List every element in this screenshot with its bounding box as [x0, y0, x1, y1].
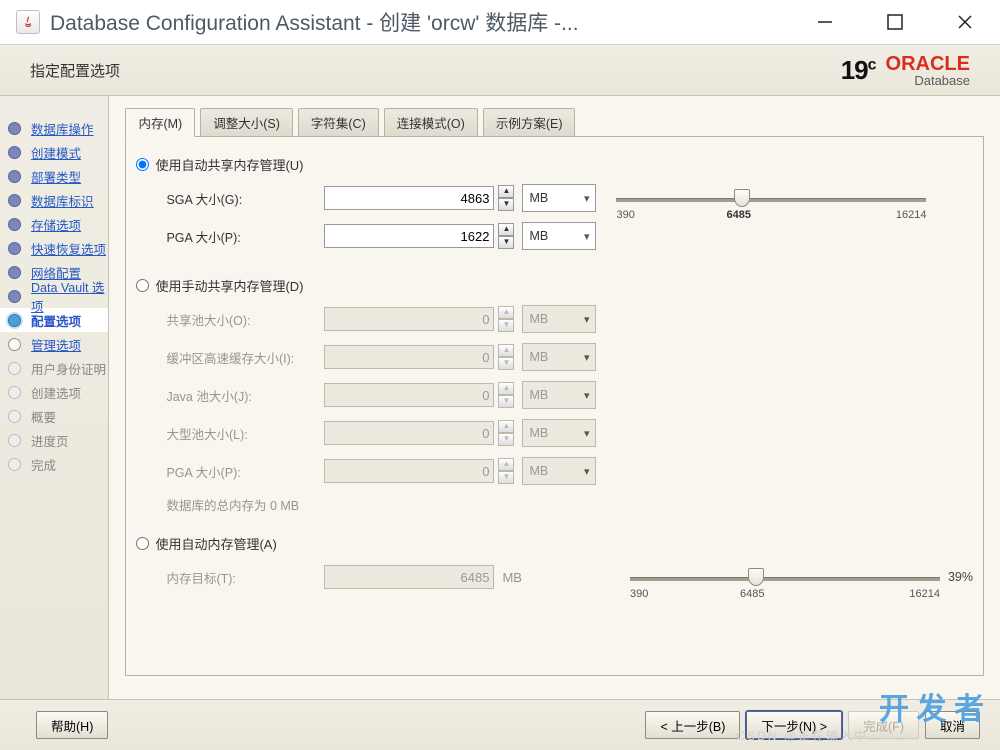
manual-mem-row: 共享池大小(O):▲▼MB — [166, 305, 973, 333]
sga-spinner[interactable]: ▲▼ — [498, 185, 514, 211]
pga-spinner[interactable]: ▲▼ — [498, 223, 514, 249]
help-button[interactable]: 帮助(H) — [36, 711, 108, 739]
window-title: Database Configuration Assistant - 创建 'o… — [50, 7, 790, 37]
sidebar-step: 用户身份证明 — [0, 356, 108, 380]
auto-mem-radio[interactable] — [136, 537, 149, 550]
sidebar: 数据库操作创建模式部署类型数据库标识存储选项快速恢复选项网络配置Data Vau… — [0, 96, 109, 722]
radio-auto-mem[interactable]: 使用自动内存管理(A) — [136, 534, 973, 553]
memory-slider[interactable]: 390 6485 16214 — [616, 195, 926, 202]
sidebar-step[interactable]: 数据库操作 — [0, 116, 108, 140]
total-memory-note: 数据库的总内存为 0 MB — [166, 495, 973, 514]
csdn-mark: CSDN @正在输入中……… — [736, 727, 910, 744]
java-icon — [16, 10, 40, 34]
sidebar-step[interactable]: Data Vault 选项 — [0, 284, 108, 308]
tab-conn[interactable]: 连接模式(O) — [384, 108, 478, 136]
pga-input[interactable] — [324, 224, 494, 248]
minimize-button[interactable] — [790, 0, 860, 44]
oracle-brand: 19c ORACLEDatabase — [841, 54, 970, 87]
watermark: 开 发 者 — [879, 684, 984, 728]
content-area: 内存(M) 调整大小(S) 字符集(C) 连接模式(O) 示例方案(E) 使用自… — [109, 96, 1000, 722]
radio-auto-shared[interactable]: 使用自动共享内存管理(U) — [136, 155, 973, 174]
back-button[interactable]: < 上一步(B) — [645, 711, 740, 739]
manual-mem-row: PGA 大小(P):▲▼MB — [166, 457, 973, 485]
slider-thumb-icon — [748, 568, 764, 586]
tab-strip: 内存(M) 调整大小(S) 字符集(C) 连接模式(O) 示例方案(E) — [109, 96, 1000, 136]
sidebar-step[interactable]: 存储选项 — [0, 212, 108, 236]
auto-shared-radio[interactable] — [136, 158, 149, 171]
titlebar: Database Configuration Assistant - 创建 'o… — [0, 0, 1000, 45]
tab-memory[interactable]: 内存(M) — [125, 108, 195, 137]
sidebar-step: 创建选项 — [0, 380, 108, 404]
sga-label: SGA 大小(G): — [166, 189, 316, 208]
maximize-button[interactable] — [860, 0, 930, 44]
sga-unit[interactable]: MB — [522, 184, 596, 212]
header: 指定配置选项 19c ORACLEDatabase — [0, 45, 1000, 96]
page-title: 指定配置选项 — [30, 60, 120, 81]
sidebar-step[interactable]: 创建模式 — [0, 140, 108, 164]
close-button[interactable] — [930, 0, 1000, 44]
pga-label: PGA 大小(P): — [166, 227, 316, 246]
pga-unit[interactable]: MB — [522, 222, 596, 250]
tab-sample[interactable]: 示例方案(E) — [483, 108, 576, 136]
sidebar-step: 完成 — [0, 452, 108, 476]
slider-thumb-icon[interactable] — [734, 189, 750, 207]
manual-mem-row: 大型池大小(L):▲▼MB — [166, 419, 973, 447]
manual-shared-radio[interactable] — [136, 279, 149, 292]
tab-sizing[interactable]: 调整大小(S) — [200, 108, 293, 136]
sidebar-step: 概要 — [0, 404, 108, 428]
target-label: 内存目标(T): — [166, 568, 316, 587]
manual-mem-row: 缓冲区高速缓存大小(I):▲▼MB — [166, 343, 973, 371]
sidebar-step[interactable]: 快速恢复选项 — [0, 236, 108, 260]
sga-input[interactable] — [324, 186, 494, 210]
radio-manual-shared[interactable]: 使用手动共享内存管理(D) — [136, 276, 973, 295]
window: Database Configuration Assistant - 创建 'o… — [0, 0, 1000, 750]
target-slider: 390 6485 16214 — [630, 574, 940, 581]
memory-panel: 使用自动共享内存管理(U) SGA 大小(G): ▲▼ MB 390 6485 … — [125, 136, 984, 676]
sidebar-step[interactable]: 数据库标识 — [0, 188, 108, 212]
sidebar-step: 进度页 — [0, 428, 108, 452]
tab-charset[interactable]: 字符集(C) — [298, 108, 379, 136]
manual-mem-row: Java 池大小(J):▲▼MB — [166, 381, 973, 409]
sidebar-step[interactable]: 部署类型 — [0, 164, 108, 188]
target-input — [324, 565, 494, 589]
sidebar-step[interactable]: 管理选项 — [0, 332, 108, 356]
